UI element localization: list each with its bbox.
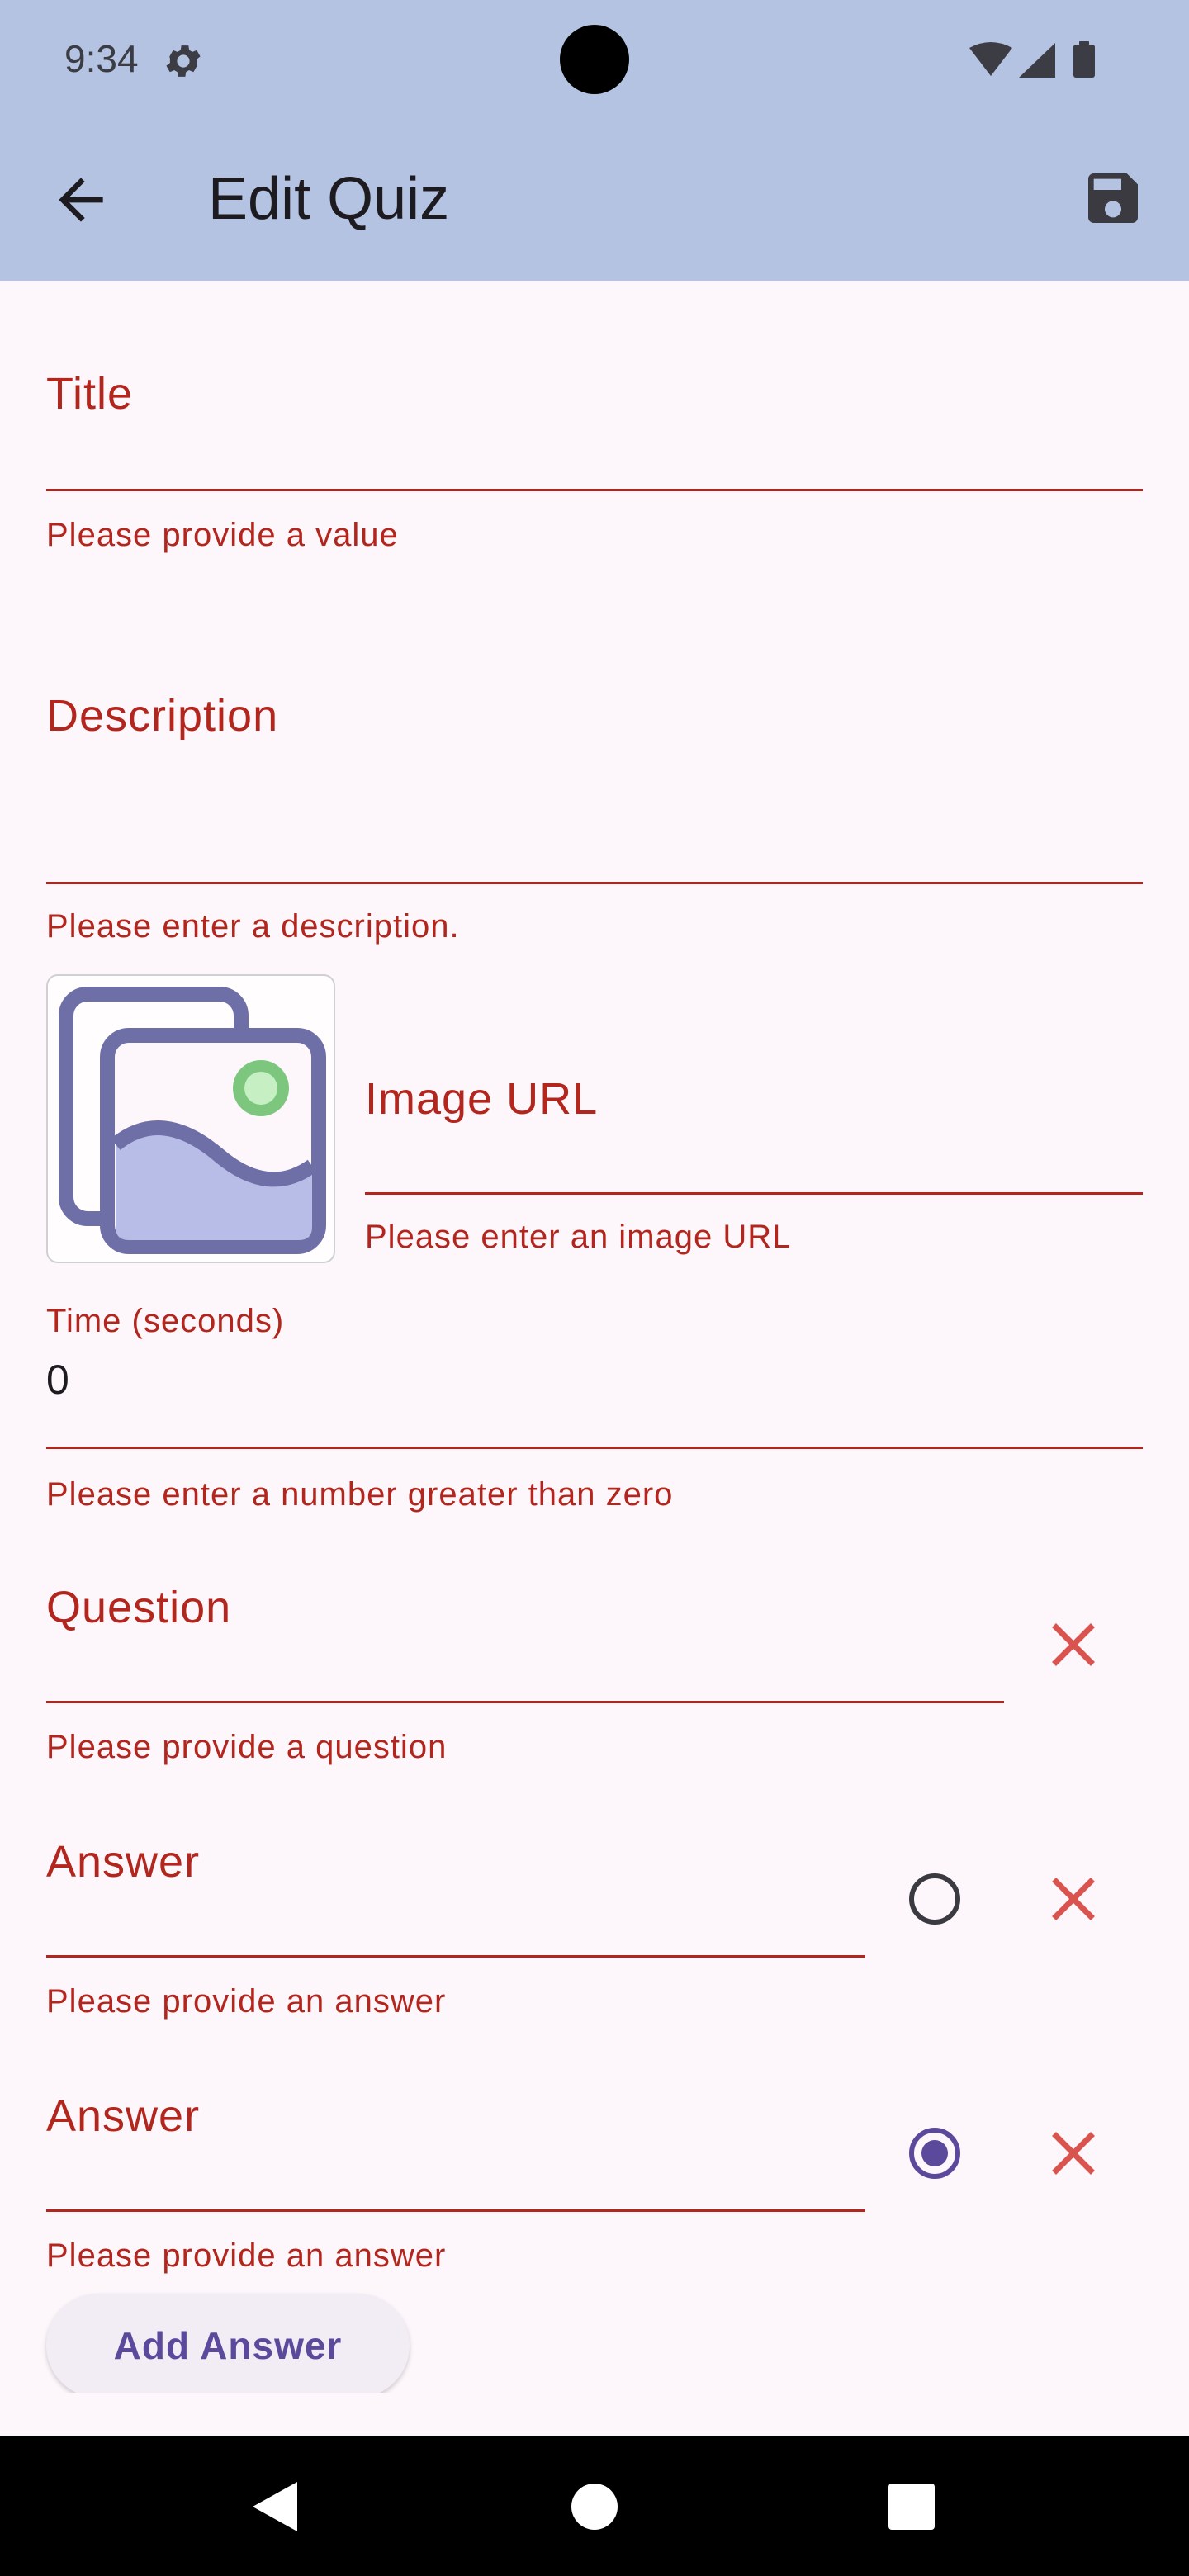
system-nav-bar	[0, 2436, 1189, 2576]
nav-recents-icon[interactable]	[882, 2477, 941, 2536]
image-placeholder-icon	[54, 983, 327, 1259]
scroll-clip	[0, 2393, 1189, 2436]
image-url-field[interactable]: Image URL Please enter an image URL	[363, 1024, 1143, 1271]
delete-answer-close-icon-2[interactable]	[1039, 2119, 1108, 2188]
save-icon[interactable]	[1080, 165, 1146, 231]
camera-cutout	[560, 25, 629, 94]
title-label: Title	[46, 369, 134, 419]
nav-home-icon[interactable]	[565, 2477, 624, 2536]
correct-answer-radio-2[interactable]	[900, 2119, 969, 2188]
title-field[interactable]: Title Please provide a value	[0, 281, 1189, 561]
page-title: Edit Quiz	[208, 166, 450, 232]
image-url-underline	[365, 1192, 1143, 1195]
question-underline	[46, 1701, 1004, 1703]
description-field[interactable]: Description Please enter a description.	[0, 644, 1189, 958]
status-icons	[968, 41, 1108, 83]
status-time: 9:34	[64, 37, 139, 80]
correct-answer-radio-1[interactable]	[900, 1864, 969, 1934]
arrow-back-icon[interactable]	[48, 167, 114, 233]
answer-underline-2	[46, 2209, 865, 2212]
question-field[interactable]: Question Please provide a question	[0, 1552, 1024, 1783]
status-bar: 9:34	[0, 0, 1189, 117]
title-underline	[46, 489, 1143, 491]
answer-error-1: Please provide an answer	[46, 1983, 447, 2020]
question-error: Please provide a question	[46, 1729, 448, 1765]
gear-icon	[162, 40, 205, 87]
image-url-label: Image URL	[365, 1074, 599, 1124]
wifi-icon	[969, 42, 1012, 76]
time-underline	[46, 1447, 1143, 1449]
image-url-error: Please enter an image URL	[365, 1219, 792, 1255]
answer-error-2: Please provide an answer	[46, 2237, 447, 2274]
answer-label-1: Answer	[46, 1837, 201, 1887]
time-error: Please enter a number greater than zero	[46, 1476, 674, 1513]
description-label: Description	[46, 691, 279, 741]
delete-answer-close-icon-1[interactable]	[1039, 1864, 1108, 1934]
battery-icon	[1073, 41, 1095, 78]
nav-back-icon[interactable]	[244, 2477, 304, 2536]
answer-field-1[interactable]: Answer Please provide an answer	[0, 1808, 875, 2039]
answer-underline-1	[46, 1955, 865, 1958]
delete-question-close-icon[interactable]	[1039, 1610, 1108, 1679]
description-error: Please enter a description.	[46, 908, 460, 945]
cellular-icon	[1019, 43, 1055, 78]
question-label: Question	[46, 1583, 232, 1632]
time-label: Time (seconds)	[46, 1303, 285, 1339]
title-error: Please provide a value	[46, 517, 399, 553]
time-field[interactable]: Time (seconds) 0 Please enter a number g…	[0, 1288, 1189, 1536]
answer-field-2[interactable]: Answer Please provide an answer	[0, 2062, 875, 2294]
image-preview[interactable]	[46, 974, 335, 1263]
answer-label-2: Answer	[46, 2091, 201, 2141]
app-bar: Edit Quiz	[0, 117, 1189, 281]
add-answer-button[interactable]: Add Answer	[46, 2294, 410, 2398]
description-underline	[46, 882, 1143, 884]
time-value: 0	[46, 1357, 69, 1403]
